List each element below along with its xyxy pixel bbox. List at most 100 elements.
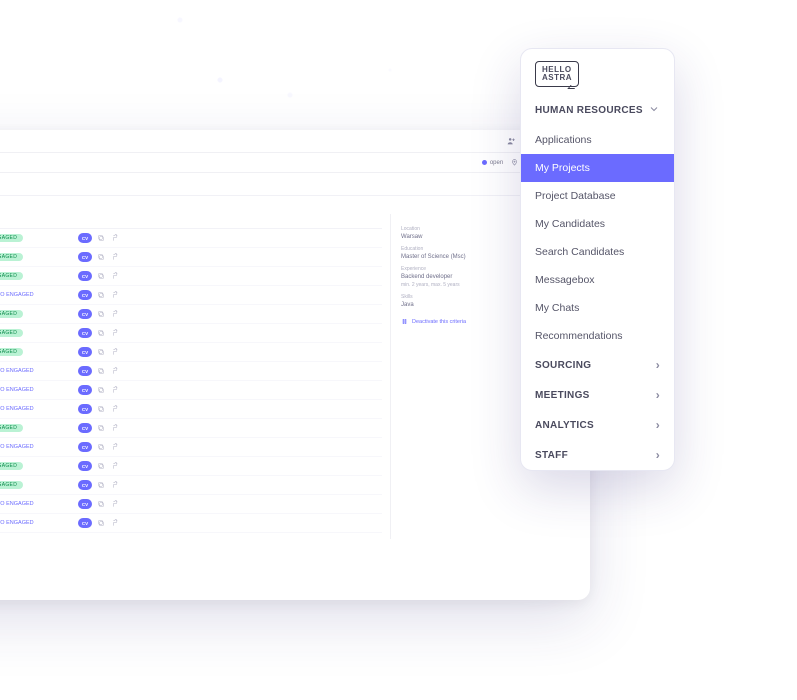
add-to-engaged-link[interactable]: ADD TO ENGAGED: [0, 292, 34, 298]
nav-item-my-chats[interactable]: My Chats: [521, 294, 674, 322]
thumbs-down-icon[interactable]: [110, 233, 120, 243]
table-row[interactable]: 75%19/04/2021ADD TO ENGAGEDCV: [0, 400, 382, 419]
note-text: Sorted according matching criteria find …: [0, 196, 590, 214]
table-row[interactable]: 87%01/04/20219 (_)ENGAGEDCV: [0, 267, 382, 286]
cv-button[interactable]: CV: [78, 347, 92, 357]
cell-actions: CV: [64, 233, 120, 243]
cv-button[interactable]: CV: [78, 252, 92, 262]
add-user-icon[interactable]: [506, 136, 516, 146]
add-to-engaged-link[interactable]: ADD TO ENGAGED: [0, 387, 34, 393]
table-row[interactable]: 71%05/06/20214 (_)ENGAGEDCV: [0, 457, 382, 476]
thumbs-down-icon[interactable]: [110, 480, 120, 490]
add-to-engaged-link[interactable]: ADD TO ENGAGED: [0, 444, 34, 450]
cell-actions: CV: [64, 271, 120, 281]
logo[interactable]: HELLO ASTRA: [521, 49, 674, 95]
table-row[interactable]: 83%02/10/2021ADD TO ENGAGEDCV: [0, 286, 382, 305]
copy-icon[interactable]: [96, 518, 106, 528]
thumbs-down-icon[interactable]: [110, 385, 120, 395]
chevron-right-icon: ›: [656, 388, 660, 402]
cv-button[interactable]: CV: [78, 290, 92, 300]
cv-button[interactable]: CV: [78, 404, 92, 414]
thumbs-down-icon[interactable]: [110, 499, 120, 509]
cv-button[interactable]: CV: [78, 423, 92, 433]
cv-button[interactable]: CV: [78, 233, 92, 243]
cv-button[interactable]: CV: [78, 461, 92, 471]
thumbs-down-icon[interactable]: [110, 271, 120, 281]
deactivate-criteria-link[interactable]: Deactivate this criteria: [401, 318, 466, 325]
add-to-engaged-link[interactable]: ADD TO ENGAGED: [0, 520, 34, 526]
copy-icon[interactable]: [96, 423, 106, 433]
thumbs-down-icon[interactable]: [110, 309, 120, 319]
table-row[interactable]: 75%19/07/20213 (_)ENGAGEDCV: [0, 419, 382, 438]
table-row[interactable]: 69%02/07/20213 (_)ADD TO ENGAGEDCV: [0, 514, 382, 533]
thumbs-down-icon[interactable]: [110, 290, 120, 300]
thumbs-down-icon[interactable]: [110, 347, 120, 357]
engaged-badge: ENGAGED: [0, 272, 23, 280]
table-row[interactable]: 93%30/07/20219 (_)ENGAGEDCV: [0, 229, 382, 248]
nav-section-staff[interactable]: STAFF ›: [521, 440, 674, 470]
add-to-engaged-link[interactable]: ADD TO ENGAGED: [0, 368, 34, 374]
copy-icon[interactable]: [96, 309, 106, 319]
engaged-badge: ENGAGED: [0, 424, 23, 432]
copy-icon[interactable]: [96, 271, 106, 281]
nav-section-meetings[interactable]: MEETINGS ›: [521, 380, 674, 410]
nav-item-applications[interactable]: Applications: [521, 126, 674, 154]
nav-item-my-candidates[interactable]: My Candidates: [521, 210, 674, 238]
cv-button[interactable]: CV: [78, 480, 92, 490]
copy-icon[interactable]: [96, 442, 106, 452]
table-row[interactable]: 75%21/06/20213 (_)ADD TO ENGAGEDCV: [0, 381, 382, 400]
thumbs-down-icon[interactable]: [110, 252, 120, 262]
thumbs-down-icon[interactable]: [110, 366, 120, 376]
nav-section-hr[interactable]: HUMAN RESOURCES: [521, 95, 674, 126]
table-row[interactable]: 79%01/07/2021ENGAGEDCV: [0, 305, 382, 324]
table-row[interactable]: 71%01/06/20214 (_)ENGAGEDCV: [0, 476, 382, 495]
cv-button[interactable]: CV: [78, 366, 92, 376]
cv-button[interactable]: CV: [78, 271, 92, 281]
nav-section-meetings-title: MEETINGS: [535, 390, 590, 401]
nav-item-messagebox[interactable]: Messagebox: [521, 266, 674, 294]
copy-icon[interactable]: [96, 328, 106, 338]
nav-section-analytics[interactable]: ANALYTICS ›: [521, 410, 674, 440]
copy-icon[interactable]: [96, 499, 106, 509]
copy-icon[interactable]: [96, 385, 106, 395]
thumbs-down-icon[interactable]: [110, 518, 120, 528]
thumbs-down-icon[interactable]: [110, 442, 120, 452]
main-area: Criteria match Last modified Experience …: [0, 214, 590, 539]
cv-button[interactable]: CV: [78, 518, 92, 528]
thumbs-down-icon[interactable]: [110, 404, 120, 414]
nav-item-recommendations[interactable]: Recommendations: [521, 322, 674, 350]
cv-button[interactable]: CV: [78, 442, 92, 452]
table-row[interactable]: 79%30/07/2021ENGAGEDCV: [0, 324, 382, 343]
table-header-row: Criteria match Last modified Experience: [0, 214, 382, 229]
cv-button[interactable]: CV: [78, 385, 92, 395]
copy-icon[interactable]: [96, 347, 106, 357]
cell-actions: CV: [64, 404, 120, 414]
copy-icon[interactable]: [96, 480, 106, 490]
copy-icon[interactable]: [96, 366, 106, 376]
copy-icon[interactable]: [96, 461, 106, 471]
thumbs-down-icon[interactable]: [110, 461, 120, 471]
copy-icon[interactable]: [96, 290, 106, 300]
thumbs-down-icon[interactable]: [110, 328, 120, 338]
cv-button[interactable]: CV: [78, 309, 92, 319]
copy-icon[interactable]: [96, 233, 106, 243]
table-row[interactable]: 71%11/02/20213 (_)ADD TO ENGAGEDCV: [0, 438, 382, 457]
cell-actions: CV: [64, 309, 120, 319]
cv-button[interactable]: CV: [78, 499, 92, 509]
nav-item-project-database[interactable]: Project Database: [521, 182, 674, 210]
table-row[interactable]: 70%30/07/20216 (_)ADD TO ENGAGEDCV: [0, 495, 382, 514]
add-to-engaged-link[interactable]: ADD TO ENGAGED: [0, 501, 34, 507]
table-row[interactable]: 87%30/07/20219 (_)ENGAGEDCV: [0, 248, 382, 267]
engaged-badge: ENGAGED: [0, 462, 23, 470]
copy-icon[interactable]: [96, 252, 106, 262]
table-row[interactable]: 79%19/07/20214 (_)ADD TO ENGAGEDCV: [0, 362, 382, 381]
nav-item-search-candidates[interactable]: Search Candidates: [521, 238, 674, 266]
table-row[interactable]: 79%03/07/202111 (_)ENGAGEDCV: [0, 343, 382, 362]
nav-item-my-projects[interactable]: My Projects: [521, 154, 674, 182]
copy-icon[interactable]: [96, 404, 106, 414]
engaged-badge: ENGAGED: [0, 310, 23, 318]
nav-section-sourcing[interactable]: SOURCING ›: [521, 350, 674, 380]
add-to-engaged-link[interactable]: ADD TO ENGAGED: [0, 406, 34, 412]
thumbs-down-icon[interactable]: [110, 423, 120, 433]
cv-button[interactable]: CV: [78, 328, 92, 338]
